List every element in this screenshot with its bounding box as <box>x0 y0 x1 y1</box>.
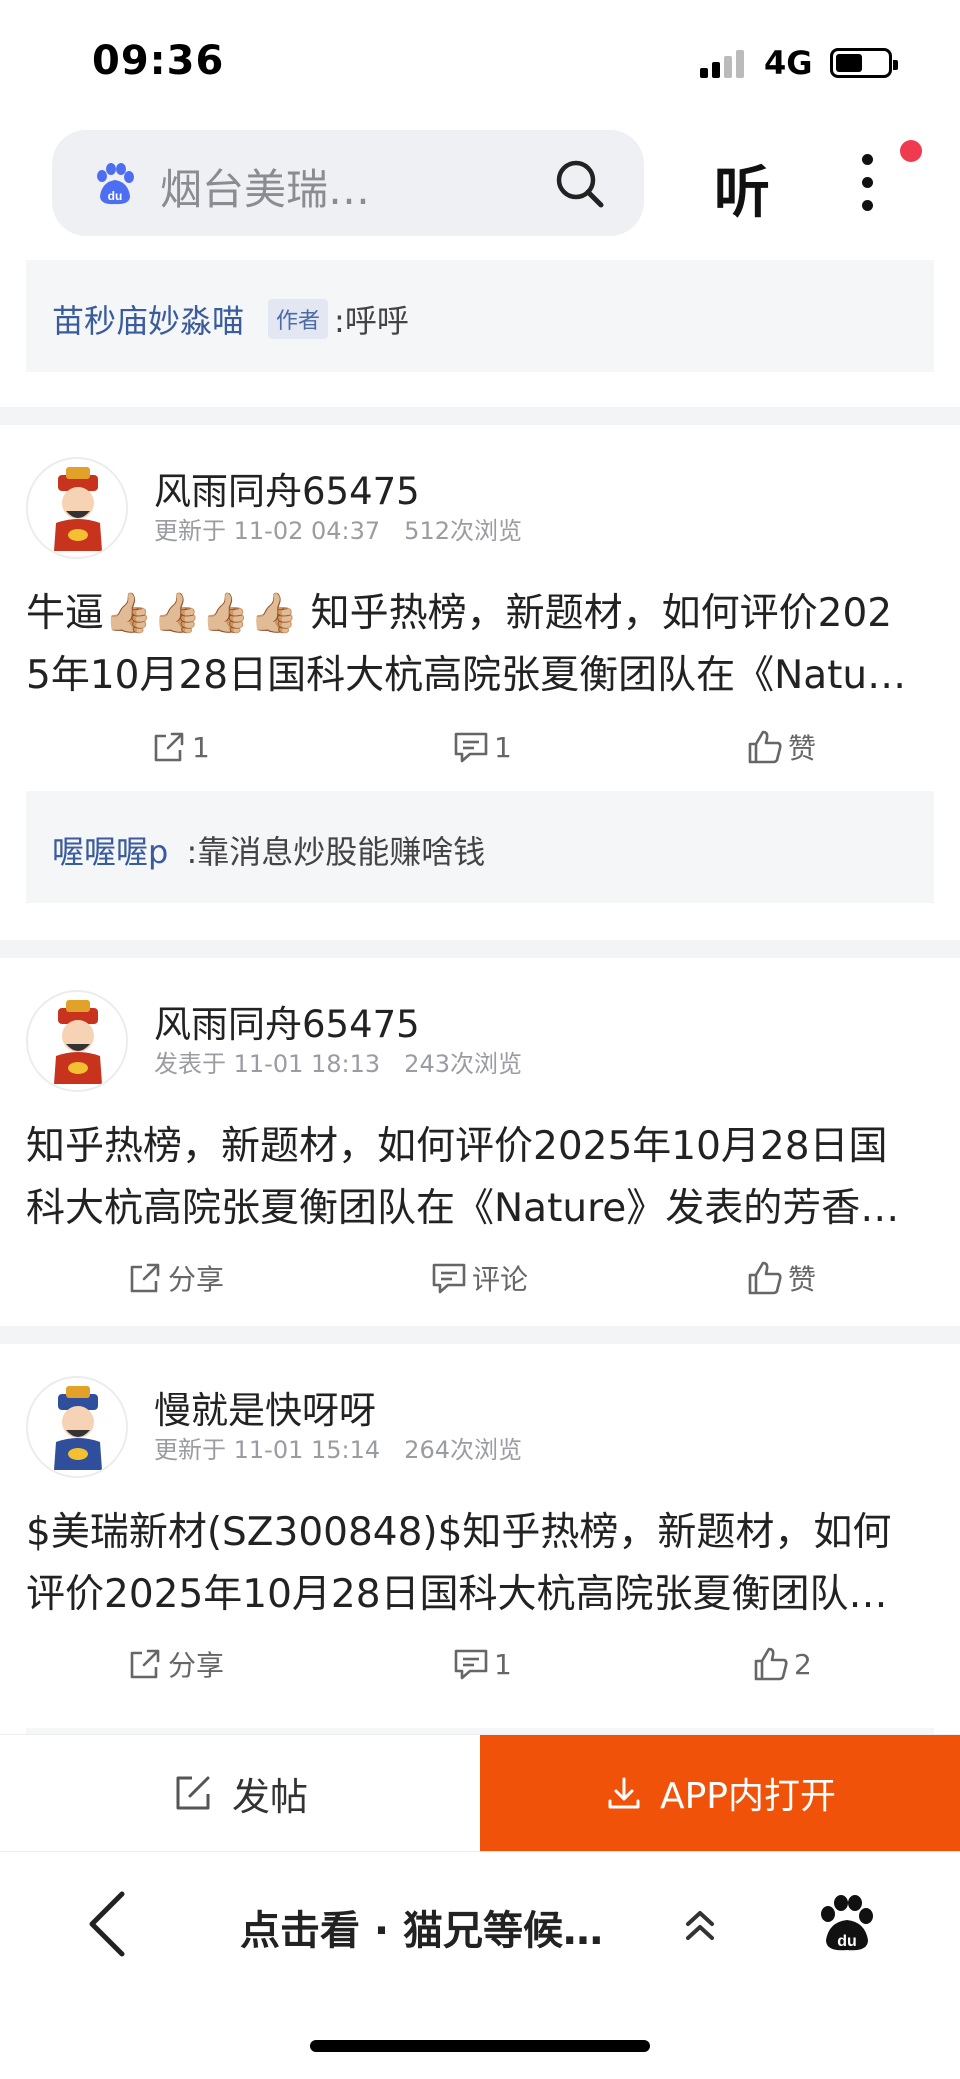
post-username[interactable]: 慢就是快呀呀 <box>154 1380 376 1434</box>
comment-label: 评论 <box>472 1263 529 1296</box>
reply-text: :靠消息炒股能赚啥钱 <box>186 833 486 871</box>
post-content-line: 知乎热榜，新题材，如何评价2025年10月28日国 <box>26 1124 888 1169</box>
post-time: 更新于 11-01 15:14 <box>154 1436 381 1464</box>
nav-title[interactable]: 点击看 · 猫兄等候… <box>240 1898 603 1956</box>
share-button[interactable]: 分享 <box>126 1642 224 1686</box>
avatar-image <box>28 459 126 557</box>
baidu-paw-icon[interactable]: du <box>814 1892 878 1956</box>
status-bar: 09:36 4G <box>0 0 960 120</box>
section-divider <box>0 940 960 958</box>
baidu-paw-icon: du <box>97 163 134 205</box>
share-button[interactable]: 分享 <box>126 1256 224 1300</box>
svg-text:du: du <box>108 189 123 203</box>
post-views: 264次浏览 <box>404 1436 522 1464</box>
post-content[interactable]: 知乎热榜，新题材，如何评价2025年10月28日国 科大杭高院张夏衡团队在《Na… <box>26 1116 938 1240</box>
like-count: 2 <box>794 1647 812 1681</box>
search-icon[interactable] <box>554 158 606 210</box>
post-username[interactable]: 风雨同舟65475 <box>154 994 420 1048</box>
author-badge: 作者 <box>268 299 329 339</box>
share-count: 1 <box>192 730 210 764</box>
comment-count: 1 <box>494 1647 512 1681</box>
reply-text: :呼呼 <box>334 302 409 340</box>
reply-card[interactable]: 喔喔喔p :靠消息炒股能赚啥钱 <box>26 791 934 903</box>
thumbs-up-icon <box>754 1647 788 1681</box>
avatar-image <box>28 992 126 1090</box>
notification-dot <box>900 140 922 162</box>
thumbs-up-icon <box>748 730 782 764</box>
post-views: 512次浏览 <box>404 517 522 545</box>
post-content-line: 5年10月28日国科大杭高院张夏衡团队在《Natu… <box>26 653 907 698</box>
post-time: 更新于 11-02 04:37 <box>154 517 381 545</box>
post-views: 243次浏览 <box>404 1050 522 1078</box>
post-card[interactable]: 慢就是快呀呀 更新于 11-01 15:14 264次浏览 $美瑞新材(SZ300… <box>0 1344 960 1738</box>
share-icon <box>130 1263 160 1293</box>
post-card[interactable]: 风雨同舟65475 发表于 11-01 18:13 243次浏览 知乎热榜，新题材… <box>0 958 960 1324</box>
share-label: 分享 <box>168 1263 225 1296</box>
share-label: 分享 <box>168 1649 225 1682</box>
reply-card[interactable]: 苗秒庙妙淼喵 作者 :呼呼 <box>26 260 934 372</box>
avatar-image <box>28 1378 126 1476</box>
share-icon <box>130 1649 160 1679</box>
avatar[interactable] <box>26 1376 128 1478</box>
new-post-button[interactable]: 发帖 <box>0 1735 480 1851</box>
comment-button[interactable]: 1 <box>452 1642 512 1686</box>
like-button[interactable]: 赞 <box>746 725 816 769</box>
battery-icon <box>830 48 898 78</box>
post-meta: 发表于 11-01 18:13 243次浏览 <box>154 1044 522 1079</box>
section-divider <box>0 1326 960 1344</box>
signal-icon <box>700 48 746 78</box>
like-label: 赞 <box>788 1263 817 1296</box>
post-content-line: 评价2025年10月28日国科大杭高院张夏衡团队… <box>26 1572 888 1617</box>
search-input[interactable]: 烟台美瑞… <box>160 156 370 217</box>
comment-button[interactable]: 评论 <box>430 1256 528 1300</box>
comment-count: 1 <box>494 730 512 764</box>
like-label: 赞 <box>788 732 817 765</box>
new-post-label: 发帖 <box>231 1774 308 1819</box>
post-content-line: 科大杭高院张夏衡团队在《Nature》发表的芳香… <box>26 1186 900 1231</box>
edit-icon <box>176 1776 210 1810</box>
avatar[interactable] <box>26 990 128 1092</box>
post-time: 发表于 11-01 18:13 <box>154 1050 381 1078</box>
post-meta: 更新于 11-01 15:14 264次浏览 <box>154 1430 522 1465</box>
home-indicator[interactable] <box>310 2040 650 2052</box>
search-bar[interactable]: du 烟台美瑞… <box>52 130 644 236</box>
share-button[interactable]: 1 <box>150 725 210 769</box>
like-button[interactable]: 赞 <box>746 1256 816 1300</box>
thumbs-up-icon <box>748 1261 782 1295</box>
download-icon <box>608 1777 640 1809</box>
post-content-line: 牛逼👍🏼👍🏼👍🏼👍🏼 知乎热榜，新题材，如何评价202 <box>26 591 893 636</box>
comment-button[interactable]: 1 <box>452 725 512 769</box>
share-icon <box>154 732 184 762</box>
comment-icon <box>454 1649 488 1680</box>
reply-username[interactable]: 苗秒庙妙淼喵 <box>52 296 244 342</box>
post-username[interactable]: 风雨同舟65475 <box>154 461 420 515</box>
more-menu-icon[interactable] <box>850 150 886 220</box>
open-in-app-button[interactable]: APP内打开 <box>480 1735 960 1851</box>
like-button[interactable]: 2 <box>752 1642 812 1686</box>
network-label: 4G <box>764 44 813 82</box>
post-content[interactable]: 牛逼👍🏼👍🏼👍🏼👍🏼 知乎热榜，新题材，如何评价202 5年10月28日国科大杭… <box>26 583 938 707</box>
comment-icon <box>432 1263 466 1294</box>
post-content-line: $美瑞新材(SZ300848)$知乎热榜，新题材，如何 <box>26 1510 892 1555</box>
section-divider <box>0 407 960 425</box>
back-arrow-icon[interactable] <box>84 1888 130 1960</box>
open-in-app-label: APP内打开 <box>659 1776 837 1817</box>
status-time: 09:36 <box>92 38 225 84</box>
reply-username[interactable]: 喔喔喔p <box>52 833 168 871</box>
post-meta: 更新于 11-02 04:37 512次浏览 <box>154 511 522 546</box>
svg-text:du: du <box>837 1933 857 1950</box>
listen-button[interactable]: 听 <box>714 148 770 229</box>
double-chevron-up-icon[interactable] <box>680 1906 720 1946</box>
avatar[interactable] <box>26 457 128 559</box>
post-card[interactable]: 风雨同舟65475 更新于 11-02 04:37 512次浏览 牛逼👍🏼👍🏼👍🏼… <box>0 425 960 935</box>
comment-icon <box>454 732 488 763</box>
bottom-action-bar: 发帖 APP内打开 <box>0 1734 960 1851</box>
post-content[interactable]: $美瑞新材(SZ300848)$知乎热榜，新题材，如何 评价2025年10月28… <box>26 1502 938 1626</box>
